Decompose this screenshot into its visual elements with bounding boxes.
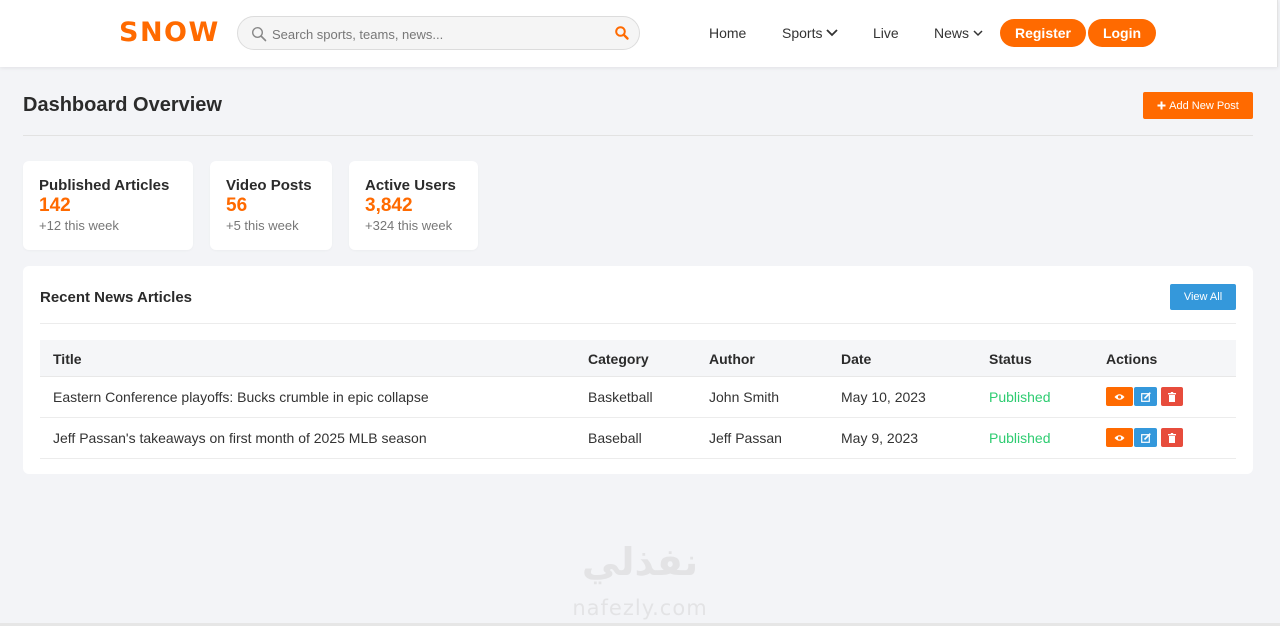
table-row: Jeff Passan's takeaways on first month o… [40,418,1236,459]
add-new-post-button[interactable]: Add New Post [1143,92,1253,119]
article-author: Jeff Passan [709,430,782,446]
add-new-post-label: Add New Post [1169,99,1239,112]
search-icon [251,26,267,42]
stat-title: Video Posts [226,177,312,194]
article-date: May 9, 2023 [841,430,919,446]
stat-card-published-articles: Published Articles 142 +12 this week [23,161,193,250]
trash-icon [1168,432,1176,443]
eye-icon [1114,434,1125,441]
search-input[interactable] [272,24,602,44]
watermark: نفذلي nafezly.com [560,540,720,624]
article-title[interactable]: Eastern Conference playoffs: Bucks crumb… [53,389,429,405]
stat-title: Published Articles [39,177,170,194]
search-bar[interactable] [237,16,640,50]
chevron-down-icon [826,29,839,37]
nav-live-label: Live [873,25,899,41]
column-header-date[interactable]: Date [841,351,871,367]
nav-news-label: News [934,25,970,41]
table-header: Title Category Author Date Status Action… [40,340,1236,377]
article-status: Published [989,430,1051,446]
stat-value: 3,842 [365,195,413,216]
stat-card-video-posts: Video Posts 56 +5 this week [210,161,332,250]
edit-button[interactable] [1134,428,1157,447]
panel-title: Recent News Articles [40,289,193,306]
search-submit-icon[interactable] [614,25,630,41]
stat-value: 142 [39,195,71,216]
login-button[interactable]: Login [1088,19,1156,47]
view-all-label: View All [1183,291,1223,303]
nav-news[interactable]: News [934,25,983,41]
register-button-label: Register [1014,25,1072,41]
top-navbar: SNOW Home Sports Live News Register Logi… [0,0,1278,67]
stat-value: 56 [226,195,248,216]
delete-button[interactable] [1161,428,1183,447]
eye-icon [1114,393,1125,400]
delete-button[interactable] [1161,387,1183,406]
column-header-author[interactable]: Author [709,351,755,367]
divider [23,135,1253,136]
recent-articles-panel: Recent News Articles View All Title Cate… [23,266,1253,474]
stat-delta: +324 this week [365,218,453,233]
view-all-button[interactable]: View All [1170,284,1236,310]
view-button[interactable] [1106,428,1133,447]
edit-icon [1140,391,1151,402]
article-status: Published [989,389,1051,405]
nav-home[interactable]: Home [709,25,746,41]
edit-icon [1140,432,1151,443]
nav-live[interactable]: Live [873,25,899,41]
table-row: Eastern Conference playoffs: Bucks crumb… [40,377,1236,418]
article-date: May 10, 2023 [841,389,926,405]
nav-sports[interactable]: Sports [782,25,839,41]
divider [40,323,1236,324]
column-header-title[interactable]: Title [53,351,82,367]
watermark-arabic: نفذلي [581,540,699,584]
logo[interactable]: SNOW [119,17,220,48]
plus-icon [1157,101,1166,110]
page-title: Dashboard Overview [23,94,222,116]
article-category: Basketball [588,389,653,405]
stat-delta: +5 this week [226,218,299,233]
column-header-category[interactable]: Category [588,351,649,367]
nav-home-label: Home [709,25,747,41]
view-button[interactable] [1106,387,1133,406]
edit-button[interactable] [1134,387,1157,406]
column-header-actions: Actions [1106,351,1158,367]
article-category: Baseball [588,430,642,446]
trash-icon [1168,391,1176,402]
watermark-latin: nafezly.com [572,596,708,620]
stat-card-active-users: Active Users 3,842 +324 this week [349,161,478,250]
article-author: John Smith [709,389,780,405]
articles-table: Title Category Author Date Status Action… [40,340,1236,459]
stat-delta: +12 this week [39,218,119,233]
login-button-label: Login [1102,25,1142,41]
stat-title: Active Users [365,177,456,194]
article-title[interactable]: Jeff Passan's takeaways on first month o… [53,430,427,446]
column-header-status[interactable]: Status [989,351,1032,367]
chevron-down-icon [973,29,983,36]
register-button[interactable]: Register [1000,19,1086,47]
nav-sports-label: Sports [782,25,823,41]
